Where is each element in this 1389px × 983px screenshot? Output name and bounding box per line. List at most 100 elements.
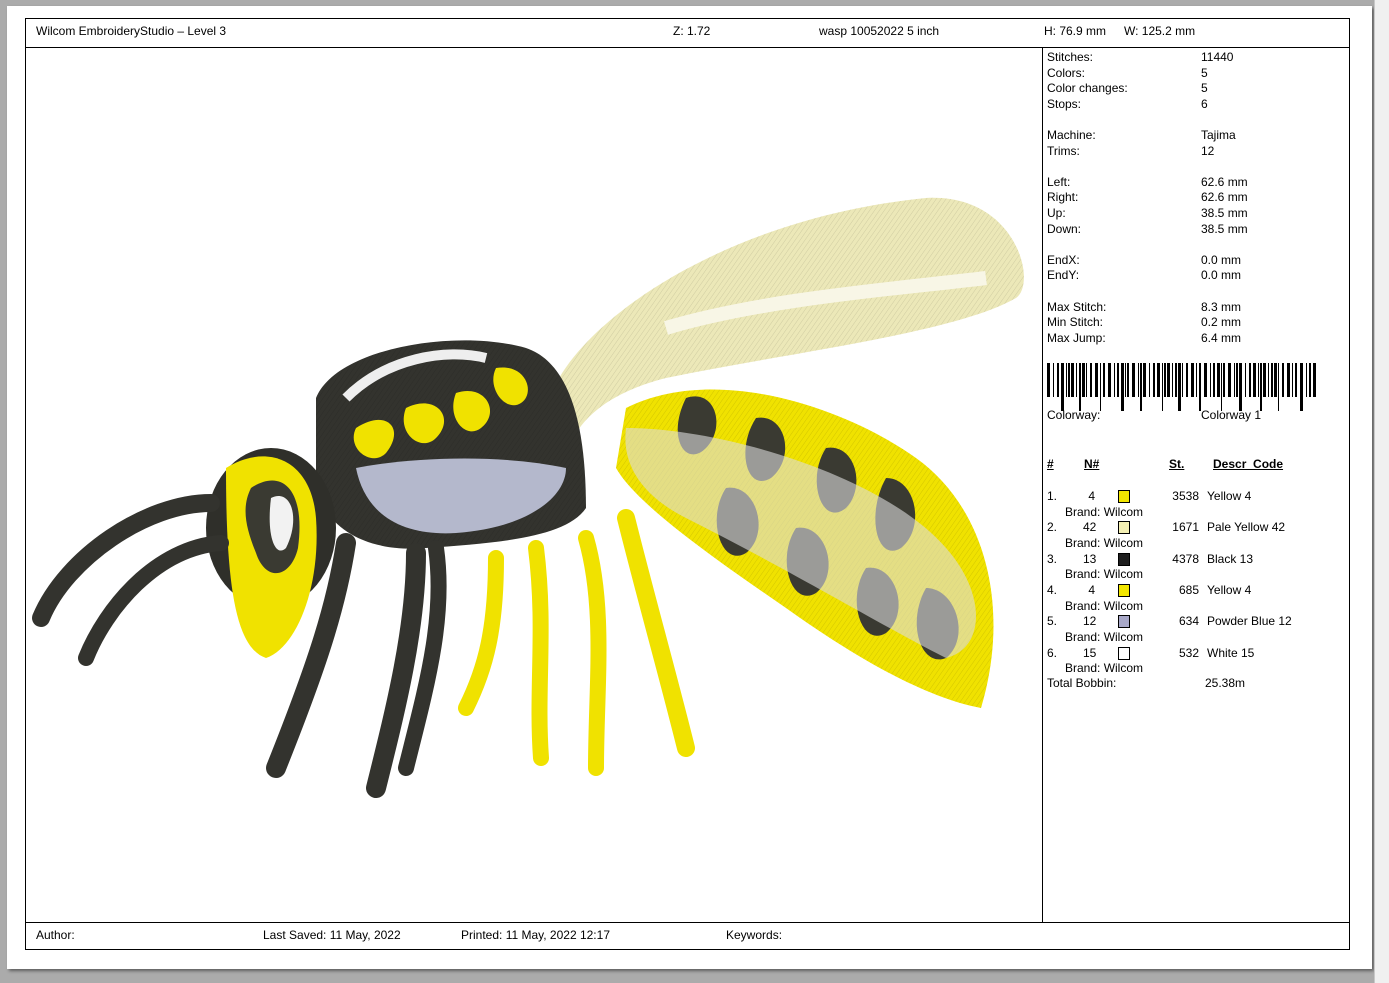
barcode-bar — [1132, 363, 1135, 397]
stat-value: 0.0 mm — [1201, 252, 1242, 267]
barcode-bar — [1076, 363, 1077, 397]
thread-number: 42 — [1083, 520, 1097, 535]
stat-label: Stitches: — [1047, 50, 1094, 64]
barcode-bar — [1162, 363, 1163, 411]
stat-label: Stops: — [1047, 96, 1082, 111]
thread-color-swatch — [1118, 583, 1130, 597]
stat-label: Color changes: — [1047, 81, 1128, 96]
author-label: Author: — [36, 928, 75, 942]
stitch-count: 4378 — [1172, 551, 1199, 566]
barcode-bar — [1066, 363, 1067, 397]
barcode-bar — [1186, 363, 1188, 397]
barcode-bar — [1295, 363, 1297, 397]
barcode-bar — [1153, 363, 1155, 397]
thread-color-swatch — [1118, 615, 1130, 629]
design-width: W: 125.2 mm — [1124, 24, 1196, 38]
barcode-bar — [1149, 363, 1150, 397]
barcode-bar — [1125, 363, 1126, 397]
barcode-bar — [1287, 363, 1290, 397]
stat-value: 0.2 mm — [1201, 315, 1242, 330]
barcode-bar — [1236, 363, 1238, 397]
color-number: 6. — [1047, 645, 1058, 660]
barcode-bar — [1117, 363, 1119, 397]
design-preview — [26, 48, 1042, 922]
barcode-bar — [1108, 363, 1111, 397]
stat-value: 5 — [1201, 81, 1208, 96]
panel-divider — [1042, 48, 1043, 922]
barcode-bar — [1061, 363, 1064, 411]
last-saved: Last Saved: 11 May, 2022 — [263, 928, 401, 942]
stat-value: 38.5 mm — [1201, 206, 1248, 220]
barcode-bar — [1274, 363, 1277, 397]
barcode-bar — [1047, 363, 1050, 397]
barcode-bar — [1121, 363, 1124, 411]
barcode-bar — [1245, 363, 1246, 397]
barcode-bar — [1223, 363, 1225, 397]
thread-brand: Brand: Wilcom — [1065, 598, 1144, 613]
thread-color-swatch — [1118, 646, 1130, 660]
barcode-bar — [1127, 363, 1129, 397]
stat-value: 0.0 mm — [1201, 268, 1242, 283]
thread-number: 4 — [1088, 489, 1095, 503]
thread-brand: Brand: Wilcom — [1065, 535, 1144, 550]
stat-value: 8.3 mm — [1201, 299, 1242, 314]
col-header-st: St. — [1169, 457, 1185, 471]
keywords-label: Keywords: — [726, 928, 783, 942]
barcode-bar — [1263, 363, 1266, 397]
barcode-bar — [1260, 363, 1262, 411]
barcode-bar — [1217, 363, 1220, 397]
barcode-image — [1047, 363, 1319, 411]
barcode-bar — [1071, 363, 1074, 397]
stat-label: Max Jump: — [1047, 330, 1106, 345]
barcode-bar — [1143, 363, 1146, 397]
barcode-bar — [1213, 363, 1215, 397]
barcode-bar — [1258, 363, 1259, 397]
color-number: 5. — [1047, 614, 1058, 629]
barcode-bar — [1282, 363, 1284, 397]
barcode-bar — [1157, 363, 1160, 397]
stat-value: 38.5 mm — [1201, 221, 1248, 236]
barcode-bar — [1228, 363, 1231, 397]
barcode-bar — [1053, 363, 1054, 397]
thread-description: Yellow 4 — [1207, 582, 1252, 597]
worksheet-footer: Author: Last Saved: 11 May, 2022 Printed… — [26, 922, 1349, 949]
barcode-bar — [1204, 363, 1207, 397]
app-title: Wilcom EmbroideryStudio – Level 3 — [36, 24, 227, 38]
stitch-count: 532 — [1178, 645, 1199, 660]
barcode-bar — [1271, 363, 1273, 397]
stat-value: 62.6 mm — [1201, 190, 1248, 205]
colorway-value: Colorway 1 — [1201, 408, 1262, 422]
thread-number: 15 — [1083, 645, 1097, 660]
barcode-bar — [1100, 363, 1101, 411]
barcode-bar — [1086, 363, 1087, 397]
barcode-bar — [1268, 363, 1269, 397]
barcode-bar — [1114, 363, 1115, 397]
barcode-bar — [1057, 363, 1059, 397]
stat-label: Trims: — [1047, 143, 1080, 158]
vertical-scrollbar[interactable] — [1374, 0, 1389, 983]
barcode-bar — [1300, 363, 1303, 411]
thread-color-swatch — [1118, 552, 1130, 566]
barcode-bar — [1309, 363, 1311, 397]
design-height: H: 76.9 mm — [1044, 24, 1107, 38]
stat-value: 6.4 mm — [1201, 330, 1242, 345]
thread-number: 12 — [1083, 614, 1097, 629]
thread-color-swatch — [1118, 521, 1130, 535]
stat-label: EndX: — [1047, 252, 1080, 267]
stat-label: Left: — [1047, 174, 1071, 189]
barcode-bar — [1306, 363, 1307, 397]
barcode-bar — [1182, 363, 1183, 397]
barcode-bar — [1292, 363, 1293, 397]
color-number: 4. — [1047, 582, 1058, 597]
col-header-num: # — [1047, 457, 1054, 471]
stitch-count: 685 — [1178, 582, 1199, 597]
printed-date: Printed: 11 May, 2022 12:17 — [461, 928, 610, 942]
stat-value: 6 — [1201, 96, 1208, 111]
thread-description: Powder Blue 12 — [1207, 614, 1292, 629]
barcode-bar — [1175, 363, 1177, 397]
thread-color-swatch — [1118, 490, 1130, 503]
barcode-bar — [1079, 363, 1081, 411]
stat-value: 5 — [1201, 65, 1208, 80]
barcode-bar — [1178, 363, 1181, 411]
thread-description: Yellow 4 — [1207, 489, 1252, 503]
